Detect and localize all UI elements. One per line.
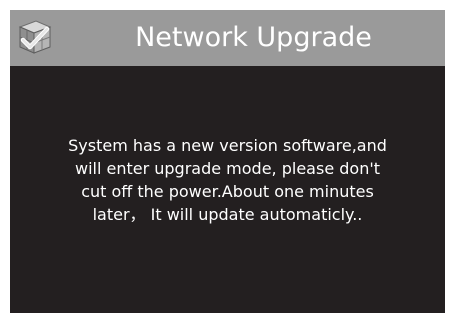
dialog-title: Network Upgrade — [135, 22, 372, 53]
upgrade-dialog: Network Upgrade System has a new version… — [10, 10, 445, 313]
upgrade-message: System has a new version software,and wi… — [30, 134, 425, 226]
system-settings-check-icon — [14, 17, 56, 59]
message-line: System has a new version software,and — [68, 136, 387, 155]
dialog-titlebar: Network Upgrade — [10, 10, 445, 66]
message-line: cut off the power.About one minutes — [81, 182, 374, 201]
message-line: will enter upgrade mode, please don't — [74, 159, 380, 178]
message-line: later， It will update automaticly.. — [92, 205, 363, 224]
